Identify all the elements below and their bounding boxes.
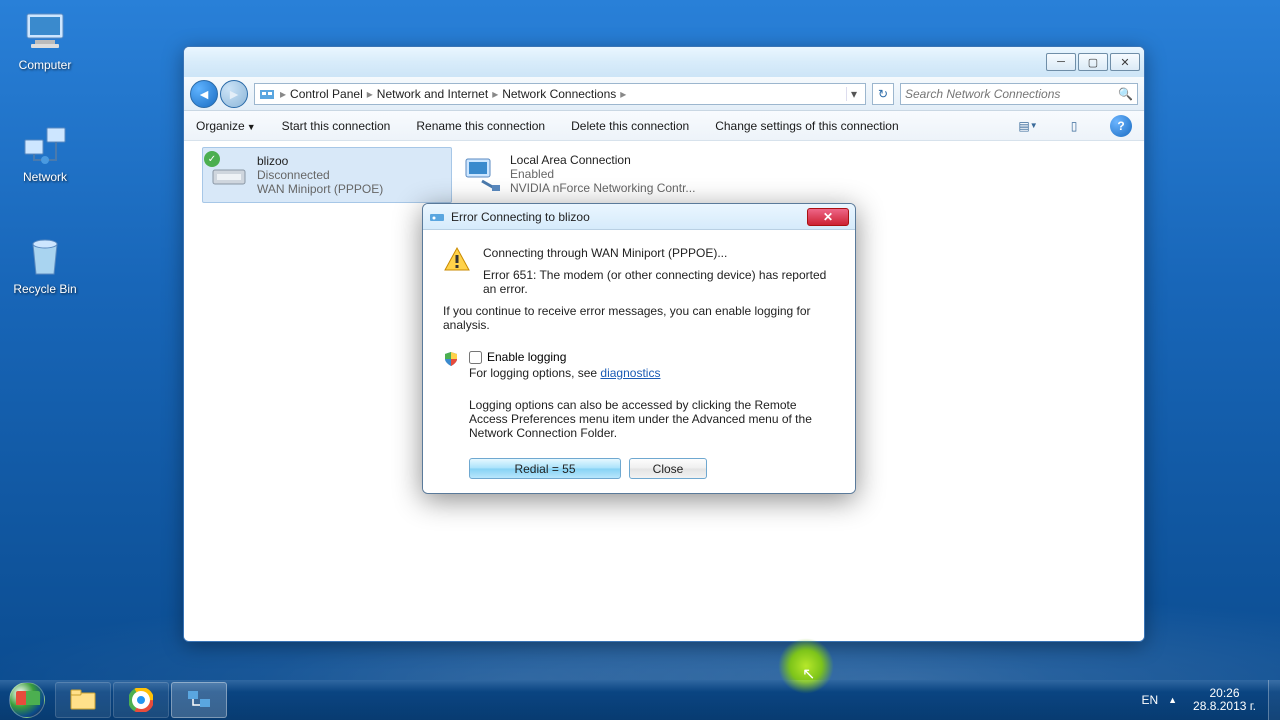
show-desktop-button[interactable] [1268, 680, 1280, 720]
breadcrumb-item[interactable]: Network and Internet [374, 87, 491, 101]
taskbar-item-explorer[interactable] [55, 682, 111, 718]
diagnostics-link[interactable]: diagnostics [600, 366, 660, 380]
close-dialog-button[interactable]: Close [629, 458, 707, 479]
warning-icon [443, 246, 471, 274]
desktop-icon-recycle-bin[interactable]: Recycle Bin [8, 232, 82, 296]
connection-name: blizoo [257, 154, 383, 168]
enable-logging-label: Enable logging [487, 350, 566, 364]
dialup-icon [429, 209, 445, 225]
command-toolbar: Organize▼ Start this connection Rename t… [184, 111, 1144, 141]
breadcrumb-item[interactable]: Network Connections [499, 87, 619, 101]
connecting-text: Connecting through WAN Miniport (PPPOE).… [483, 246, 835, 260]
desktop-icon-label: Computer [8, 58, 82, 72]
recycle-bin-icon [21, 232, 69, 280]
preview-pane-icon[interactable]: ▯ [1064, 116, 1084, 136]
taskbar-item-network-connections[interactable] [171, 682, 227, 718]
taskbar: EN ▲ 20:26 28.8.2013 г. [0, 680, 1280, 720]
connection-item-lan[interactable]: Local Area Connection Enabled NVIDIA nFo… [456, 147, 706, 201]
search-input[interactable] [905, 87, 1118, 101]
connection-item-blizoo[interactable]: ✓ blizoo Disconnected WAN Miniport (PPPO… [202, 147, 452, 203]
network-folder-icon [259, 86, 275, 102]
chevron-right-icon: ▸ [491, 87, 499, 101]
connection-status: Enabled [510, 167, 695, 181]
status-ok-badge-icon: ✓ [204, 151, 220, 167]
desktop-icon-label: Network [8, 170, 82, 184]
organize-menu[interactable]: Organize▼ [196, 119, 256, 133]
taskbar-item-chrome[interactable] [113, 682, 169, 718]
change-settings-button[interactable]: Change settings of this connection [715, 119, 898, 133]
connection-device: NVIDIA nForce Networking Contr... [510, 181, 695, 195]
connection-status: Disconnected [257, 168, 383, 182]
forward-button[interactable]: ► [220, 80, 248, 108]
windows-orb-icon [9, 682, 45, 718]
lan-connection-icon [462, 153, 502, 193]
back-button[interactable]: ◄ [190, 80, 218, 108]
dialog-titlebar[interactable]: Error Connecting to blizoo ✕ [423, 204, 855, 230]
diagnostics-line: For logging options, see diagnostics [469, 366, 835, 380]
redial-button[interactable]: Redial = 55 [469, 458, 621, 479]
logging-options-text: Logging options can also be accessed by … [469, 398, 835, 440]
window-titlebar[interactable]: ─ ▢ ✕ [184, 47, 1144, 77]
system-tray: EN ▲ 20:26 28.8.2013 г. [1135, 680, 1268, 720]
error-text: Error 651: The modem (or other connectin… [483, 268, 835, 296]
language-indicator[interactable]: EN [1141, 693, 1158, 707]
computer-icon [21, 8, 69, 56]
rename-connection-button[interactable]: Rename this connection [416, 119, 545, 133]
chevron-right-icon: ▸ [619, 87, 627, 101]
delete-connection-button[interactable]: Delete this connection [571, 119, 689, 133]
help-icon[interactable]: ? [1110, 115, 1132, 137]
clock-date: 28.8.2013 г. [1193, 700, 1256, 713]
dialup-connection-icon: ✓ [209, 154, 249, 194]
address-bar[interactable]: ▸ Control Panel ▸ Network and Internet ▸… [254, 83, 866, 105]
continue-text: If you continue to receive error message… [443, 304, 835, 332]
minimize-button[interactable]: ─ [1046, 53, 1076, 71]
breadcrumb-item[interactable]: Control Panel [287, 87, 366, 101]
start-connection-button[interactable]: Start this connection [282, 119, 391, 133]
chevron-right-icon: ▸ [279, 87, 287, 101]
error-dialog: Error Connecting to blizoo ✕ Connecting … [422, 203, 856, 494]
show-hidden-icons[interactable]: ▲ [1168, 695, 1177, 705]
desktop-icon-computer[interactable]: Computer [8, 8, 82, 72]
dialog-title: Error Connecting to blizoo [451, 210, 807, 224]
taskbar-clock[interactable]: 20:26 28.8.2013 г. [1187, 687, 1262, 713]
maximize-button[interactable]: ▢ [1078, 53, 1108, 71]
chevron-down-icon: ▼ [247, 122, 256, 132]
connection-device: WAN Miniport (PPPOE) [257, 182, 383, 196]
view-options-icon[interactable]: ▤▼ [1018, 116, 1038, 136]
chevron-right-icon: ▸ [366, 87, 374, 101]
search-icon[interactable]: 🔍 [1118, 87, 1133, 101]
network-icon [21, 120, 69, 168]
dialog-close-button[interactable]: ✕ [807, 208, 849, 226]
enable-logging-checkbox[interactable] [469, 351, 482, 364]
connection-name: Local Area Connection [510, 153, 695, 167]
close-button[interactable]: ✕ [1110, 53, 1140, 71]
search-box[interactable]: 🔍 [900, 83, 1138, 105]
navigation-bar: ◄ ► ▸ Control Panel ▸ Network and Intern… [184, 77, 1144, 111]
refresh-button[interactable]: ↻ [872, 83, 894, 105]
address-dropdown-icon[interactable]: ▾ [846, 87, 861, 101]
start-button[interactable] [0, 680, 54, 720]
uac-shield-icon [443, 351, 459, 367]
desktop-icon-network[interactable]: Network [8, 120, 82, 184]
desktop-icon-label: Recycle Bin [8, 282, 82, 296]
